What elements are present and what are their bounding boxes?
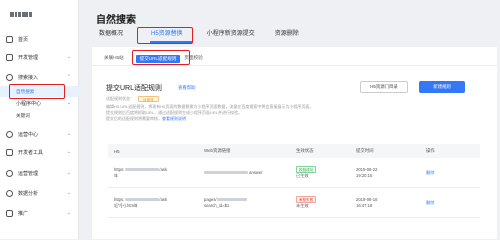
web-cell: answer [204, 170, 296, 175]
h5-cell: https: /ask /$ [108, 167, 204, 179]
h5-directory-button[interactable]: H5资源门目录 [360, 81, 408, 93]
h5-url-suffix: /ask [159, 196, 168, 202]
desc-line: 提交后的适配规则将需要审核，查看规则说明 [106, 116, 406, 122]
chevron-down-icon: ⌄ [66, 149, 71, 155]
section-title: 提交URL适配规则 [106, 85, 163, 92]
tab-bar: 数据概况 H5资源替换 小程序新资源提交 资源删除 [92, 26, 306, 42]
status-sub: 未生效 [296, 203, 309, 208]
highlight-box [9, 84, 65, 99]
rule-doc-link[interactable]: 查看规则说明 [162, 116, 186, 121]
page-title: 自然搜索 [96, 15, 136, 26]
status-badge: 审核失败 [296, 196, 317, 203]
h5-url-line2: /([^/]+).html$ [114, 202, 138, 208]
h5-url-line2: /$ [114, 172, 118, 178]
delete-button[interactable]: 删除 [426, 170, 480, 176]
redacted-text [125, 197, 160, 201]
table-header: H5 Web资源链接 生效状态 提交时间 操作 [108, 144, 480, 158]
col-status: 生效状态 [296, 148, 314, 153]
sidebar-item-label: 运营中心 [18, 131, 39, 138]
time-cell: 2019-06-16 16:47:18 [356, 197, 426, 209]
tab-miniapp-submit[interactable]: 小程序新资源提交 [200, 26, 262, 42]
status-sub: 已生效 [296, 173, 309, 178]
tab-delete[interactable]: 资源删除 [268, 26, 306, 42]
sidebar-item-label: 数据分析 [18, 190, 39, 197]
sidebar-item-ops-center[interactable]: 运营中心 ⌄ [0, 127, 79, 141]
sidebar-item-home[interactable]: 首页 [0, 32, 79, 46]
table-row: https: /ask /([^/]+).html$ pages/ search… [108, 188, 480, 218]
redacted-text [216, 197, 247, 201]
sidebar-item-promo[interactable]: 推广 ⌄ [0, 206, 79, 220]
h5-url-suffix: /ask [159, 166, 168, 172]
sidebar-item-devtools[interactable]: 开发者工具 ⌄ [0, 145, 79, 159]
promo-icon [6, 209, 13, 217]
time-cell: 2019-06-22 19:20:15 [356, 167, 426, 179]
redacted-text [204, 171, 248, 175]
logo [10, 12, 40, 17]
ops-icon [6, 130, 13, 138]
status-label: 适配规则状态： [106, 96, 134, 101]
sidebar-item-label: 开发者工具 [18, 149, 44, 156]
tab-overview[interactable]: 数据概况 [92, 26, 130, 42]
sidebar-item-label: 推广 [18, 210, 29, 217]
help-link[interactable]: 查看帮助 [178, 85, 196, 91]
web-cell: pages/ search_id=$1 [204, 197, 296, 209]
col-op: 操作 [426, 148, 435, 153]
manage-icon [6, 169, 13, 177]
highlight-box [132, 50, 190, 65]
chevron-down-icon: ⌄ [66, 190, 71, 196]
sidebar: 首页 开发管理 ⌄ 搜索接入 ⌃ 自然搜索 小程序中心 ⌄ 关键词 运营中心 ⌄… [0, 0, 79, 239]
new-rule-button[interactable]: 新建规则 [419, 81, 465, 93]
col-h5: H5 [114, 148, 120, 154]
chevron-up-icon: ⌃ [66, 74, 71, 80]
analytics-icon [6, 189, 13, 197]
sidebar-item-label: 运营管理 [18, 170, 39, 177]
subtab-link-h5[interactable]: 关联H5站 [104, 55, 124, 63]
col-time: 提交时间 [356, 148, 374, 153]
web-path: search_id=$1 [204, 202, 230, 208]
search-icon [6, 73, 13, 81]
chevron-down-icon: ⌄ [66, 210, 71, 216]
status-badge: 校验成功 [296, 166, 317, 173]
sidebar-subitem-label: 关键词 [16, 112, 30, 118]
h5-url-prefix: https: [114, 196, 125, 202]
chevron-down-icon: ⌄ [66, 54, 71, 60]
submit-time: 16:47:18 [356, 202, 373, 208]
highlight-box [137, 27, 193, 44]
col-web: Web资源链接 [204, 148, 231, 153]
sidebar-item-label: 开发管理 [18, 54, 39, 61]
h5-cell: https: /ask /([^/]+).html$ [108, 197, 204, 209]
sidebar-item-ops-manage[interactable]: 运营管理 ⌄ [0, 166, 79, 180]
redacted-text [125, 167, 160, 171]
dev-icon [6, 53, 13, 61]
content-card: 关联H5站 提交URL适配规则 页面校验 提交URL适配规则 查看帮助 适配规则… [92, 47, 497, 239]
chevron-down-icon: ⌄ [66, 170, 71, 176]
sidebar-item-label: 首页 [18, 36, 29, 43]
submit-time: 19:20:15 [356, 172, 373, 178]
table-row: https: /ask /$ answer 校验成功 已生效 2019-06-2… [108, 158, 480, 188]
devtools-icon [6, 148, 13, 156]
sidebar-item-dev[interactable]: 开发管理 ⌄ [0, 50, 79, 64]
rules-table: H5 Web资源链接 生效状态 提交时间 操作 https: /ask /$ a… [108, 144, 480, 218]
sidebar-item-analytics[interactable]: 数据分析 ⌄ [0, 186, 79, 200]
chevron-down-icon: ⌄ [66, 100, 71, 106]
status-cell: 审核失败 未生效 [296, 196, 356, 209]
sidebar-item-label: 搜索接入 [18, 74, 39, 81]
sidebar-item-label: 小程序中心 [16, 100, 42, 107]
rule-status: 适配规则状态： 待审核 [106, 96, 159, 102]
sidebar-item-search[interactable]: 搜索接入 ⌃ [0, 70, 79, 84]
home-icon [6, 35, 13, 43]
description: 编辑H5 URL适配规则，将现有H5页面的数据替换为小程序页面数据，流量在百度搜… [106, 104, 406, 122]
delete-button[interactable]: 删除 [426, 200, 480, 206]
desc-text: 提交后的适配规则将需要审核， [106, 116, 162, 121]
divider [92, 65, 497, 66]
web-path: answer [249, 170, 263, 175]
status-badge: 待审核 [138, 96, 159, 102]
chevron-down-icon: ⌄ [66, 131, 71, 137]
web-prefix: pages/ [204, 196, 217, 202]
sidebar-subitem-keyword[interactable]: 关键词 [0, 110, 79, 121]
h5-url-prefix: https: [114, 166, 125, 172]
status-cell: 校验成功 已生效 [296, 166, 356, 179]
